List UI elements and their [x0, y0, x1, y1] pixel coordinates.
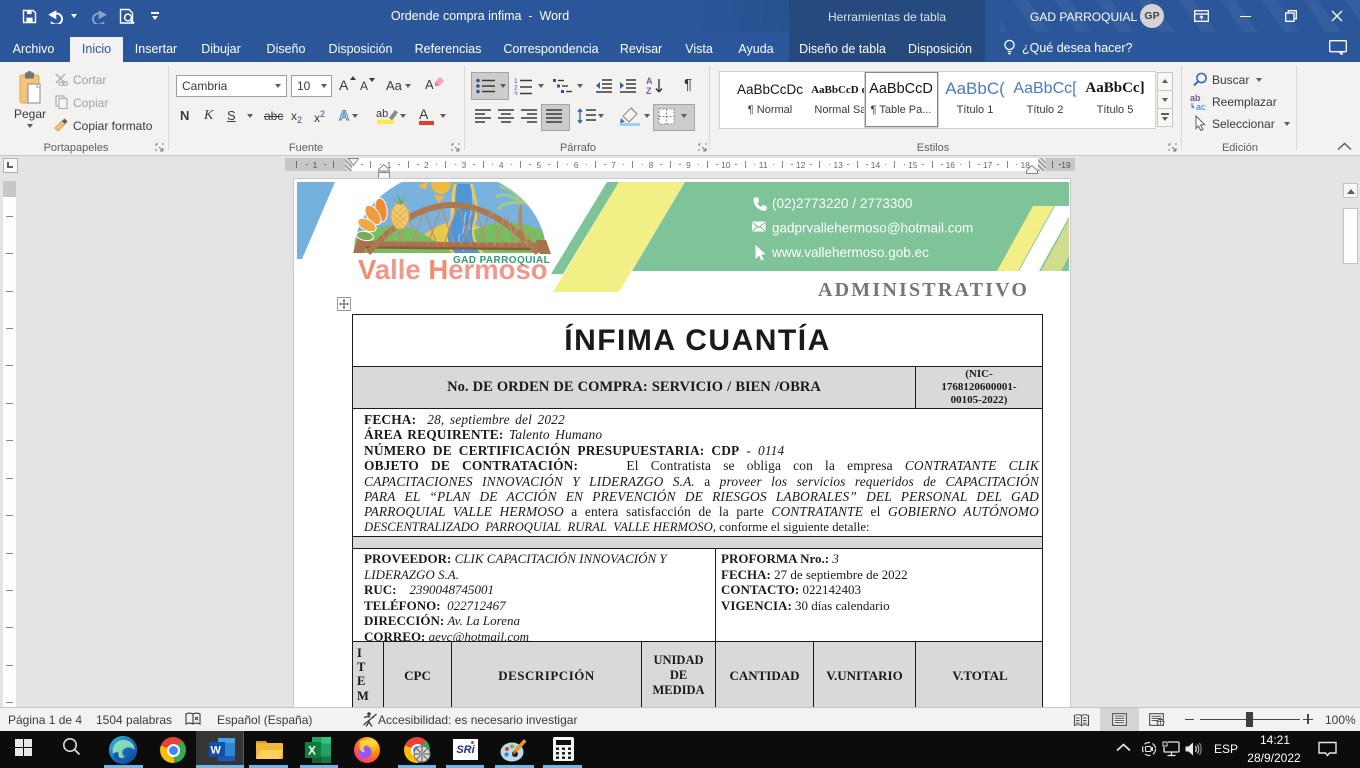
- svg-text:Z: Z: [646, 86, 652, 96]
- svg-text:GAD PARROQUIAL: GAD PARROQUIAL: [453, 255, 550, 266]
- svg-text:X: X: [308, 744, 316, 758]
- svg-text:ab: ab: [376, 108, 388, 120]
- svg-text:www.vallehermoso.gob.ec: www.vallehermoso.gob.ec: [771, 245, 929, 260]
- svg-text:A: A: [646, 76, 653, 86]
- svg-text:A: A: [419, 106, 429, 122]
- svg-text:W: W: [211, 745, 222, 757]
- svg-text:ac: ac: [1196, 102, 1206, 112]
- svg-text:gadprvallehermoso@hotmail.com: gadprvallehermoso@hotmail.com: [772, 221, 973, 236]
- svg-text:3: 3: [514, 91, 518, 95]
- svg-text:(02)2773220 / 2773300: (02)2773220 / 2773300: [772, 196, 912, 211]
